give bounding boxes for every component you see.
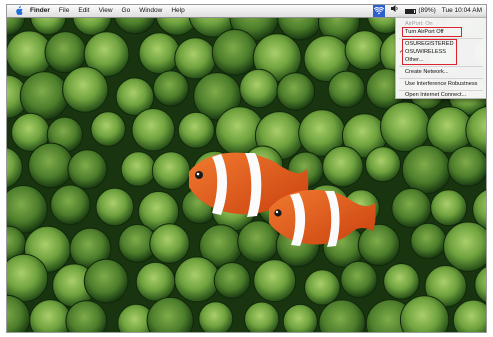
menu-separator	[399, 66, 483, 67]
anemone-bulb	[430, 189, 468, 227]
anemone-bulb	[383, 262, 420, 300]
anemone-bulb	[198, 301, 234, 332]
desktop-screen: Finder File Edit View Go Window Help (89…	[6, 4, 487, 333]
anemone-bulb	[365, 146, 401, 183]
anemone-bulb	[239, 68, 279, 109]
anemone-bulb	[151, 151, 191, 191]
apple-icon[interactable]	[13, 5, 23, 17]
anemone-bulb	[174, 37, 217, 80]
menu-edit[interactable]: Edit	[78, 5, 89, 17]
anemone-bulb	[244, 301, 280, 332]
highlight-box-networks	[402, 39, 457, 65]
anemone-bulb	[211, 29, 259, 76]
anemone-bulb	[19, 71, 70, 121]
menu-go[interactable]: Go	[122, 5, 131, 17]
anemone-bulb	[447, 145, 486, 187]
anemone-bulb	[95, 187, 135, 227]
anemone-bulb	[304, 269, 341, 306]
anemone-bulb	[28, 142, 74, 189]
anemone-bulb	[380, 101, 431, 153]
highlight-box-turn-off	[402, 27, 462, 37]
airport-menu: AirPort: On Turn AirPort Off OSUREGISTER…	[395, 17, 486, 99]
create-network-item[interactable]: Create Network...	[396, 68, 486, 76]
anemone-bulb	[44, 31, 87, 74]
anemone-bulb	[131, 108, 176, 152]
anemone-bulb	[276, 72, 316, 111]
anemone-bulb	[152, 70, 190, 107]
menu-help[interactable]: Help	[171, 5, 184, 17]
battery-icon	[405, 8, 417, 14]
anemone-bulb	[174, 256, 221, 303]
anemone-bulb	[149, 223, 190, 264]
battery-fill	[406, 9, 415, 13]
anemone-bulb	[83, 258, 129, 304]
menu-separator	[399, 78, 483, 79]
anemone-bulb	[340, 260, 378, 299]
anemone-bulb	[322, 145, 364, 188]
anemone-bulb	[213, 262, 251, 299]
menu-view[interactable]: View	[99, 5, 113, 17]
anemone-bulb	[62, 66, 109, 113]
anemone-bulb	[443, 221, 486, 272]
open-internet-connect-item[interactable]: Open Internet Connect...	[396, 91, 486, 99]
menu-clock[interactable]: Tue 10:04 AM	[442, 5, 482, 17]
speaker-icon[interactable]	[391, 5, 399, 17]
wifi-icon[interactable]	[373, 5, 386, 17]
anemone-bulb	[327, 70, 366, 109]
menu-window[interactable]: Window	[139, 5, 162, 17]
anemone-bulb	[391, 187, 432, 229]
anemone-bulb	[410, 222, 447, 260]
anemone-bulb	[357, 223, 401, 267]
battery-indicator[interactable]: (89%)	[405, 5, 436, 17]
anemone-bulb	[7, 253, 49, 303]
interference-robustness-item[interactable]: Use Interference Robustness	[396, 80, 486, 88]
menu-finder[interactable]: Finder	[30, 5, 50, 17]
battery-percent: (89%)	[418, 7, 436, 14]
status-area: (89%) Tue 10:04 AM	[367, 5, 482, 17]
anemone-bulb	[90, 111, 126, 147]
anemone-bulb	[135, 261, 176, 302]
anemone-bulb	[253, 259, 297, 303]
menu-file[interactable]: File	[59, 5, 69, 17]
anemone-bulb	[344, 30, 385, 71]
anemone-bulb	[67, 149, 108, 190]
anemone-bulb	[50, 184, 91, 226]
anemone-bulb	[120, 151, 157, 187]
anemone-bulb	[177, 111, 215, 149]
anemone-bulb	[138, 32, 181, 75]
anemone-bulb	[401, 144, 452, 195]
anemone-bulb	[282, 303, 318, 332]
